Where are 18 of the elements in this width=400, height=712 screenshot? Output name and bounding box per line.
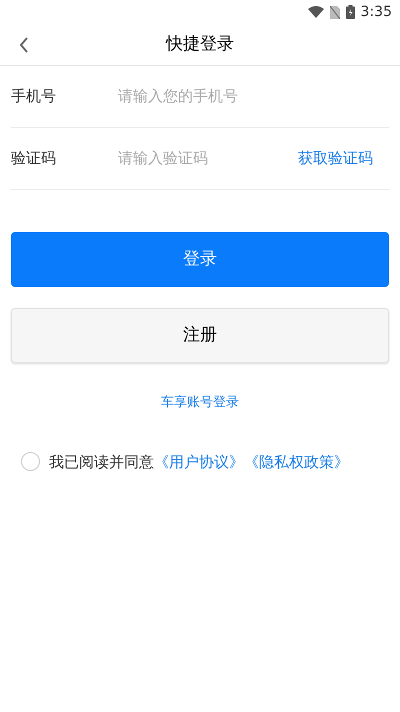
page-title: 快捷登录: [166, 32, 234, 56]
input-field[interactable]: 请输入验证码: [118, 147, 298, 170]
register-button[interactable]: 注册: [11, 308, 389, 363]
wifi-icon: [308, 6, 324, 18]
input-field[interactable]: 请输入您的手机号: [118, 85, 389, 108]
field-label: 验证码: [11, 148, 57, 170]
get-code-link[interactable]: 获取验证码: [298, 147, 389, 170]
policy-link[interactable]: 《用户协议》: [154, 450, 244, 473]
login-button[interactable]: 登录: [11, 232, 389, 287]
field-label: 手机号: [11, 86, 57, 108]
account-login-link[interactable]: 车享账号登录: [161, 393, 239, 412]
policy-link[interactable]: 《隐私权政策》: [244, 450, 349, 473]
agreement-text: 我已阅读并同意: [49, 452, 154, 472]
back-icon: [19, 37, 29, 53]
status-time: 3:35: [360, 2, 392, 22]
battery-icon: [346, 5, 355, 19]
no-sim-icon: [330, 6, 340, 18]
agree-checkbox[interactable]: [21, 452, 40, 472]
